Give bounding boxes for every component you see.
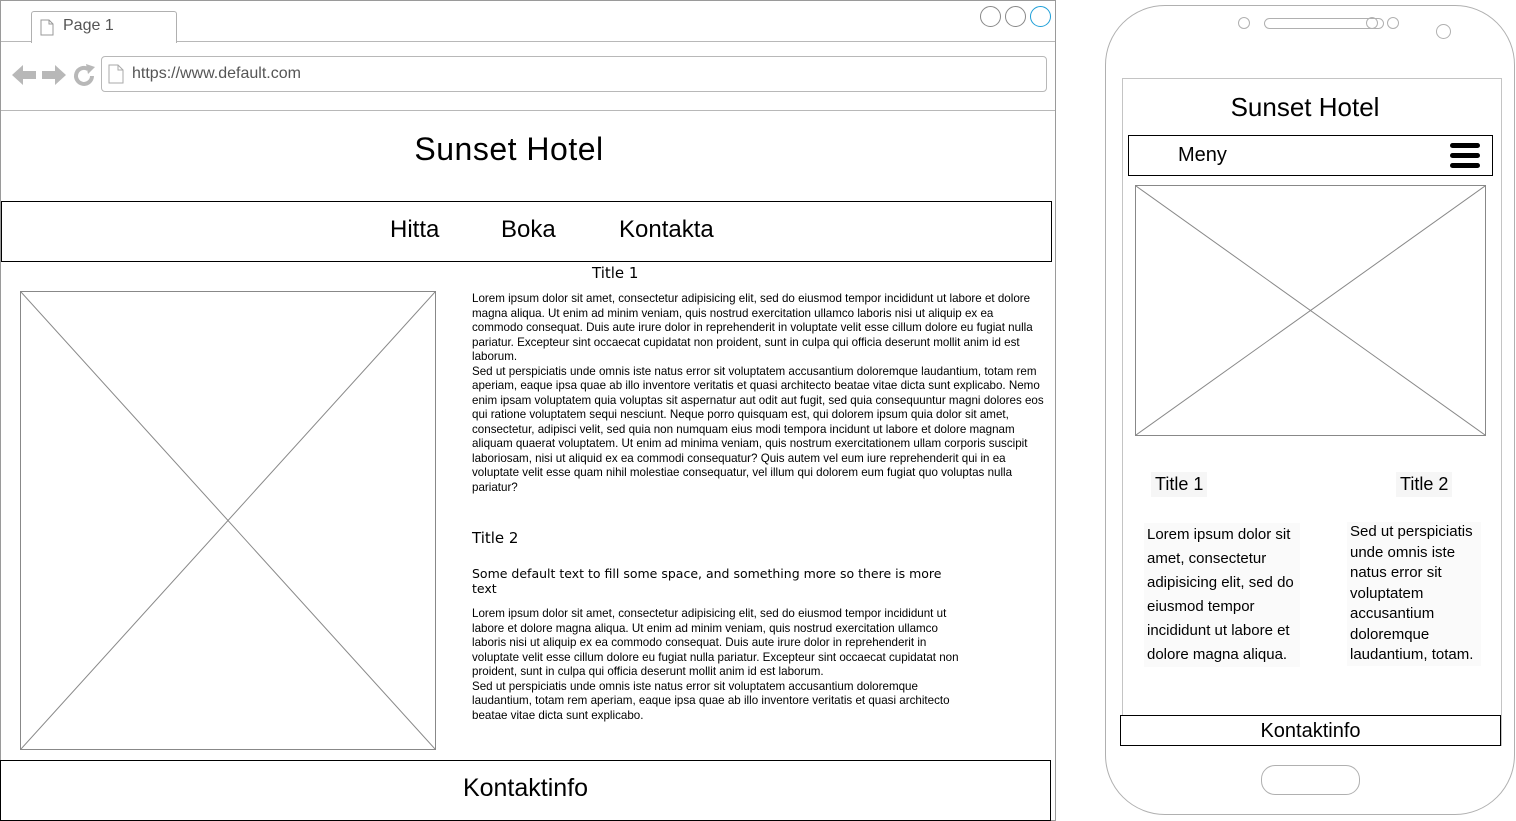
page-icon	[40, 19, 54, 36]
back-arrow-icon[interactable]	[11, 64, 37, 86]
mobile-menu-bar[interactable]: Meny	[1128, 135, 1493, 176]
menu-label: Meny	[1178, 144, 1227, 166]
mobile-text-2: Sed ut perspiciatis unde omnis iste natu…	[1347, 522, 1481, 666]
mobile-title-2: Title 2	[1396, 472, 1453, 497]
url-input[interactable]: https://www.default.com	[101, 56, 1047, 92]
footer-label[interactable]: Kontaktinfo	[1, 774, 1050, 803]
mobile-title-1: Title 1	[1151, 472, 1208, 497]
url-text: https://www.default.com	[132, 65, 301, 82]
nav-link-hitta[interactable]: Hitta	[390, 216, 439, 244]
tab-bar: Page 1	[1, 1, 1055, 43]
mobile-site-title: Sunset Hotel	[1230, 92, 1380, 122]
browser-tab[interactable]: Page 1	[31, 11, 177, 43]
mobile-footer-label[interactable]: Kontaktinfo	[1121, 720, 1500, 743]
page-icon	[108, 64, 124, 84]
section-title-2: Title 2	[472, 529, 519, 547]
minimize-button[interactable]	[980, 6, 1001, 27]
hamburger-menu-icon[interactable]	[1450, 141, 1480, 171]
nav-link-kontakta[interactable]: Kontakta	[619, 216, 714, 244]
image-placeholder-icon	[1135, 185, 1486, 436]
reload-icon[interactable]	[72, 64, 96, 88]
phone-sensor	[1387, 17, 1399, 29]
image-placeholder-icon	[20, 291, 436, 750]
tab-label: Page 1	[63, 17, 114, 34]
body-paragraph-1: Lorem ipsum dolor sit amet, consectetur …	[472, 292, 1044, 494]
phone-sensor	[1366, 17, 1378, 29]
section-subtitle: Some default text to fill some space, an…	[472, 566, 942, 596]
phone-camera	[1436, 24, 1451, 39]
section-title-1: Title 1	[592, 264, 639, 282]
phone-home-button[interactable]	[1261, 765, 1360, 795]
mobile-text-1: Lorem ipsum dolor sit amet, consectetur …	[1144, 523, 1300, 667]
address-bar-row: https://www.default.com	[1, 42, 1055, 111]
mobile-footer: Kontaktinfo	[1120, 715, 1501, 746]
desktop-footer: Kontaktinfo	[0, 760, 1051, 821]
close-button[interactable]	[1030, 6, 1051, 27]
forward-arrow-icon[interactable]	[41, 64, 67, 86]
main-nav: Hitta Boka Kontakta	[1, 201, 1052, 262]
nav-link-boka[interactable]: Boka	[501, 216, 556, 244]
phone-sensor	[1238, 17, 1250, 29]
maximize-button[interactable]	[1005, 6, 1026, 27]
body-paragraph-2: Lorem ipsum dolor sit amet, consectetur …	[472, 607, 959, 722]
site-title: Sunset Hotel	[414, 131, 604, 167]
